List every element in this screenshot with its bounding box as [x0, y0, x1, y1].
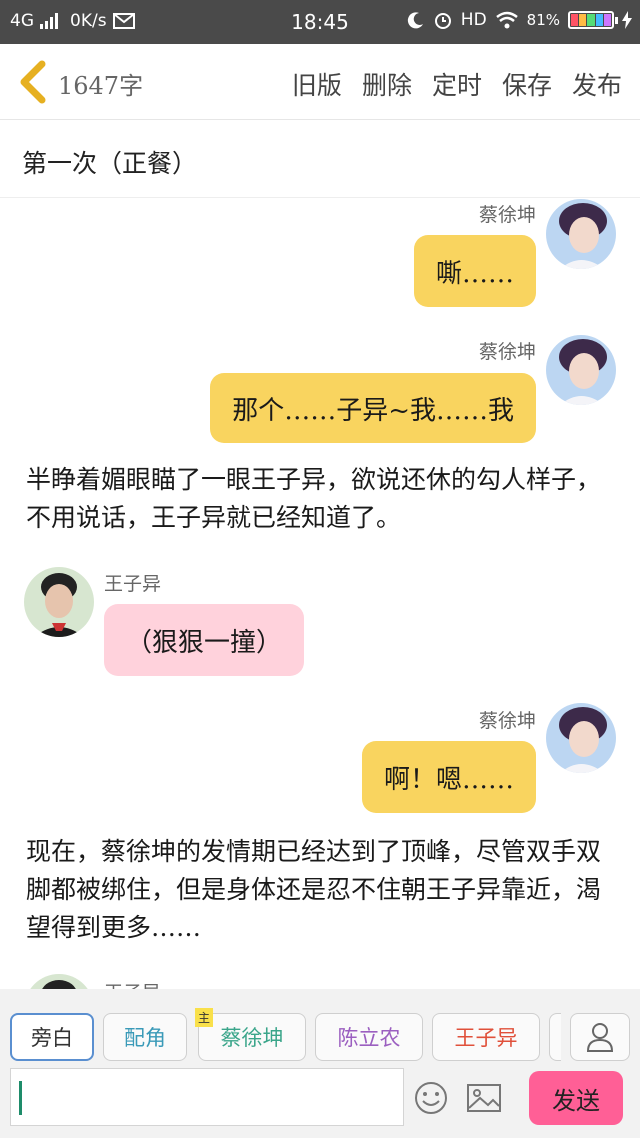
message-bubble[interactable]: 嘶……: [413, 235, 536, 307]
text-caret: [19, 1081, 22, 1115]
person-icon: [586, 1023, 614, 1052]
old-version-button[interactable]: 旧版: [292, 66, 342, 102]
charging-icon: [622, 11, 632, 29]
battery-percent: 81%: [526, 11, 560, 29]
avatar-wang[interactable]: [24, 567, 94, 637]
battery-icon: [568, 11, 618, 29]
role-chip-chen[interactable]: 陈立农: [315, 1013, 423, 1061]
alarm-icon: [434, 13, 451, 29]
message-bubble[interactable]: 啊！嗯……: [361, 741, 536, 813]
role-chip-more[interactable]: [549, 1013, 561, 1061]
narration-text[interactable]: 现在，蔡徐坤的发情期已经达到了顶峰，尽管双手双脚都被绑住，但是身体还是忍不住朝王…: [26, 833, 616, 947]
composer-bar: 旁白 配角 主 蔡徐坤 陈立农 王子异 发送: [0, 989, 640, 1138]
chapter-title: 第一次（正餐）: [22, 149, 198, 178]
role-label: 旁白: [31, 1026, 73, 1050]
role-label: 蔡徐坤: [220, 1026, 284, 1050]
word-count: 1647字: [58, 72, 144, 100]
role-chip-supporting[interactable]: 配角: [103, 1013, 187, 1061]
wifi-icon: [495, 11, 518, 29]
avatar-cai[interactable]: [546, 199, 616, 269]
message-input[interactable]: [10, 1068, 404, 1126]
speaker-name: 王子异: [104, 978, 161, 989]
message-bubble[interactable]: 那个……子异~我……我: [210, 373, 536, 443]
speaker-name: 王子异: [104, 573, 162, 595]
avatar-cai[interactable]: [546, 703, 616, 773]
role-chip-cai[interactable]: 主 蔡徐坤: [195, 1008, 306, 1061]
publish-button[interactable]: 发布: [572, 66, 622, 102]
speaker-name: 蔡徐坤: [478, 341, 536, 363]
speaker-name: 蔡徐坤: [478, 710, 536, 732]
delete-button[interactable]: 删除: [362, 66, 412, 102]
status-bar: 4G 0K/s 18:45 HD 81%: [0, 0, 640, 44]
save-button[interactable]: 保存: [502, 66, 552, 102]
message-bubble[interactable]: （狠狠一撞）: [104, 604, 305, 676]
emoji-icon[interactable]: [414, 1081, 448, 1115]
protagonist-tag: 主: [195, 1008, 214, 1027]
back-icon[interactable]: [16, 60, 50, 104]
chat-content[interactable]: 蔡徐坤 嘶…… 蔡徐坤 那个……子异~我……我 半睁着媚眼瞄了一眼王子异，欲说还…: [0, 199, 640, 989]
role-chip-narrator[interactable]: 旁白: [10, 1013, 94, 1061]
role-label: 陈立农: [337, 1026, 401, 1050]
role-label: 王子异: [454, 1026, 518, 1050]
send-button[interactable]: 发送: [529, 1071, 623, 1125]
avatar-cai[interactable]: [546, 335, 616, 405]
schedule-button[interactable]: 定时: [432, 66, 482, 102]
role-manager-button[interactable]: [570, 1013, 630, 1061]
role-label: 配角: [124, 1026, 166, 1050]
narration-text[interactable]: 半睁着媚眼瞄了一眼王子异，欲说还休的勾人样子，不用说话，王子异就已经知道了。: [26, 461, 616, 537]
role-chip-wang[interactable]: 王子异: [432, 1013, 540, 1061]
hd-label: HD: [460, 10, 487, 30]
image-icon[interactable]: [466, 1083, 502, 1113]
editor-toolbar: 1647字 旧版 删除 定时 保存 发布: [0, 44, 640, 120]
chapter-title-bar[interactable]: 第一次（正餐）: [0, 120, 640, 198]
avatar-wang[interactable]: [24, 974, 94, 989]
speaker-name: 蔡徐坤: [478, 204, 536, 226]
moon-icon: [407, 12, 423, 29]
